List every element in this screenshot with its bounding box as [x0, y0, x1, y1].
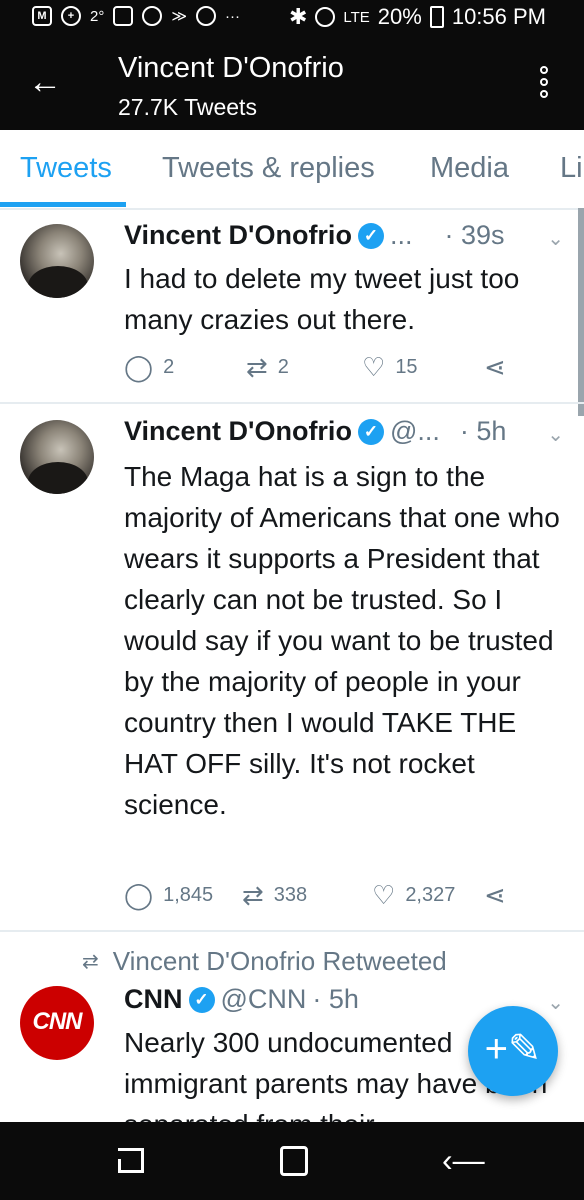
chevron-down-icon[interactable]: ⌄	[547, 226, 564, 251]
heart-icon: ♡	[372, 880, 396, 910]
tab-likes[interactable]: Li	[560, 152, 583, 185]
retweeted-label: ⇄ Vincent D'Onofrio Retweeted	[82, 946, 447, 977]
recent-apps-icon-lower	[118, 1159, 144, 1173]
status-bar: M + 2° ≫ ··· ✱ LTE 20% 10:56 PM	[0, 0, 584, 36]
tweet-text: The Maga hat is a sign to the majority o…	[124, 461, 560, 820]
avatar[interactable]	[20, 420, 94, 494]
author-handle: @CNN	[220, 984, 307, 1014]
verified-badge-icon: ✓	[357, 418, 384, 445]
reply-button[interactable]: ◯ 1,845	[124, 882, 242, 908]
system-nav-bar: ‹—	[0, 1122, 584, 1200]
more-notifications-icon: ···	[225, 7, 241, 25]
bluetooth-icon: ✱	[288, 4, 308, 29]
heart-icon: ♡	[362, 352, 386, 382]
home-button[interactable]	[280, 1146, 308, 1176]
verified-badge-icon: ✓	[357, 222, 384, 249]
battery-icon	[429, 6, 444, 28]
author-handle: ...	[389, 220, 413, 250]
status-time: 10:56 PM	[451, 4, 546, 29]
avatar[interactable]	[20, 224, 94, 298]
retweet-count: 2	[277, 355, 289, 378]
like-count: 2,327	[405, 883, 456, 906]
status-left-icons: M + 2° ≫ ···	[32, 6, 240, 26]
author-name[interactable]: CNN	[124, 984, 183, 1015]
author-name[interactable]: Vincent D'Onofrio	[124, 416, 352, 447]
retweet-count: 338	[273, 883, 308, 906]
overflow-menu-icon[interactable]	[540, 66, 552, 102]
author-name[interactable]: Vincent D'Onofrio	[124, 220, 352, 251]
alarm-icon	[142, 6, 163, 26]
profile-tabs: Tweets Tweets & replies Media Li	[0, 130, 584, 210]
battery-percent: 20%	[377, 4, 422, 29]
tweet-actions: ◯ 1,845 ⇄ 338 ♡ 2,327 ⋖	[124, 882, 506, 908]
reply-count: 1,845	[163, 883, 214, 906]
tweet-item[interactable]: Vincent D'Onofrio ✓ @... · 5h ⌄ The Maga…	[0, 404, 584, 932]
compose-tweet-button[interactable]: +✎	[468, 1006, 558, 1096]
retweet-icon: ⇄	[242, 880, 264, 910]
back-arrow-icon[interactable]: ←	[28, 62, 62, 102]
author-handle: @...	[389, 416, 440, 446]
like-button[interactable]: ♡ 2,327	[372, 882, 484, 908]
avatar[interactable]: CNN	[20, 986, 94, 1060]
reply-button[interactable]: ◯ 2	[124, 354, 246, 380]
retweet-button[interactable]: ⇄ 2	[246, 354, 362, 380]
lte-signal-icon: LTE	[343, 8, 370, 26]
tweet-item[interactable]: Vincent D'Onofrio ✓ ... · 39s ⌄ I had to…	[0, 208, 584, 404]
tablet-icon	[113, 6, 134, 26]
retweet-small-icon: ⇄	[82, 951, 99, 973]
delivery-icon: ≫	[171, 8, 188, 25]
chevron-down-icon[interactable]: ⌄	[547, 422, 564, 447]
tab-media[interactable]: Media	[430, 152, 509, 185]
share-icon: ⋖	[484, 352, 506, 382]
verified-badge-icon: ✓	[188, 986, 215, 1013]
tweet-text: I had to delete my tweet just too many c…	[124, 263, 520, 335]
tweet-time: · 5h	[459, 416, 507, 446]
chevron-down-icon[interactable]: ⌄	[547, 990, 564, 1015]
settings-icon	[196, 6, 217, 26]
m-app-icon: M	[32, 6, 52, 26]
temperature-text: 2°	[90, 7, 105, 25]
plus-icon: +	[61, 6, 81, 26]
like-button[interactable]: ♡ 15	[362, 354, 484, 380]
reply-icon: ◯	[124, 352, 154, 382]
like-count: 15	[395, 355, 418, 378]
tweet-time: · 5h	[312, 984, 359, 1014]
retweeted-by-text: Vincent D'Onofrio Retweeted	[112, 946, 447, 976]
tweet-actions: ◯ 2 ⇄ 2 ♡ 15 ⋖	[124, 354, 506, 380]
tab-tweets-and-replies[interactable]: Tweets & replies	[162, 152, 375, 185]
app-header: ← Vincent D'Onofrio 27.7K Tweets	[0, 36, 584, 130]
reply-icon: ◯	[124, 880, 154, 910]
tweet-header: Vincent D'Onofrio ✓ @... · 5h	[124, 416, 506, 447]
reply-count: 2	[163, 355, 175, 378]
tweet-time: · 39s	[444, 220, 505, 250]
active-tab-indicator	[0, 202, 126, 207]
back-nav-icon[interactable]: ‹—	[442, 1142, 485, 1178]
share-icon: ⋖	[484, 880, 506, 910]
tweet-count: 27.7K Tweets	[118, 94, 257, 120]
tweet-header: CNN ✓ @CNN · 5h	[124, 984, 359, 1015]
compose-feather-icon: +✎	[484, 1027, 542, 1071]
status-right: ✱ LTE 20% 10:56 PM	[289, 4, 546, 30]
tab-tweets[interactable]: Tweets	[20, 152, 112, 185]
share-button[interactable]: ⋖	[484, 354, 506, 380]
retweet-button[interactable]: ⇄ 338	[242, 882, 372, 908]
share-button[interactable]: ⋖	[484, 882, 506, 908]
retweet-icon: ⇄	[246, 352, 268, 382]
tweet-header: Vincent D'Onofrio ✓ ... · 39s	[124, 220, 504, 251]
alarm-clock-icon	[315, 7, 336, 27]
profile-title: Vincent D'Onofrio	[118, 52, 344, 84]
cnn-logo: CNN	[32, 1008, 83, 1035]
